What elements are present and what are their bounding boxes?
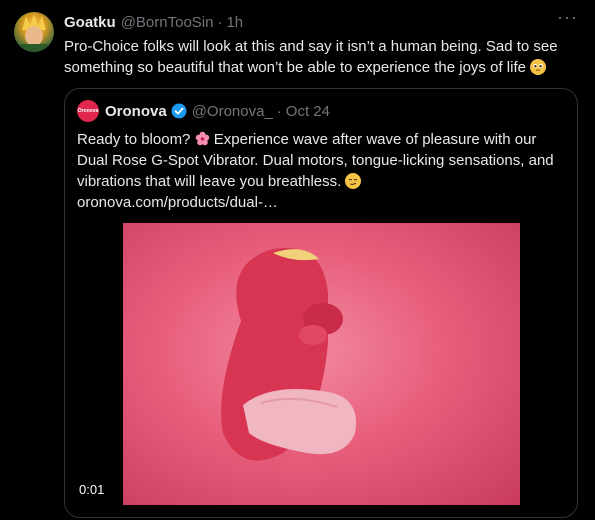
- separator-dot: ·: [217, 13, 223, 31]
- avatar[interactable]: [14, 12, 54, 52]
- hibiscus-icon: [195, 131, 210, 146]
- tweet-header: Goatku @BornTooSin · 1h: [64, 12, 243, 32]
- verified-badge-icon: [171, 103, 187, 119]
- quoted-display-name[interactable]: Oronova: [105, 103, 167, 120]
- quoted-avatar[interactable]: Oronova: [77, 100, 99, 122]
- vibrator-image-icon: [221, 247, 357, 461]
- tweet-body: Pro-Choice folks will look at this and s…: [64, 38, 558, 76]
- quoted-header: Oronova Oronova @Oronova_ · Oct 24: [77, 100, 330, 122]
- media-letterbox: [65, 223, 123, 517]
- tweet[interactable]: Goatku @BornTooSin · 1h ··· Pro-Choice f…: [0, 0, 595, 520]
- video-duration: 0:01: [79, 482, 105, 497]
- pleading-face-icon: [530, 59, 547, 75]
- quoted-text: Ready to bloom? Experience wave after wa…: [77, 129, 567, 213]
- quoted-tweet[interactable]: Oronova Oronova @Oronova_ · Oct 24 Ready…: [64, 88, 578, 518]
- more-options-button[interactable]: ···: [557, 8, 577, 30]
- quoted-avatar-logo: Oronova: [77, 108, 99, 114]
- quoted-handle[interactable]: @Oronova_: [192, 103, 273, 120]
- quoted-timestamp[interactable]: Oct 24: [286, 103, 330, 120]
- media-video[interactable]: [123, 223, 520, 505]
- quoted-link[interactable]: oronova.com/products/dual-…: [77, 194, 278, 211]
- smirking-face-icon: [345, 173, 362, 189]
- tweet-text: Pro-Choice folks will look at this and s…: [64, 36, 574, 78]
- avatar-art-icon: [20, 14, 48, 52]
- user-handle[interactable]: @BornTooSin: [121, 14, 214, 31]
- display-name[interactable]: Goatku: [64, 14, 116, 31]
- quoted-text-intro: Ready to bloom?: [77, 131, 191, 148]
- timestamp[interactable]: 1h: [226, 14, 243, 31]
- quoted-separator: ·: [276, 102, 282, 120]
